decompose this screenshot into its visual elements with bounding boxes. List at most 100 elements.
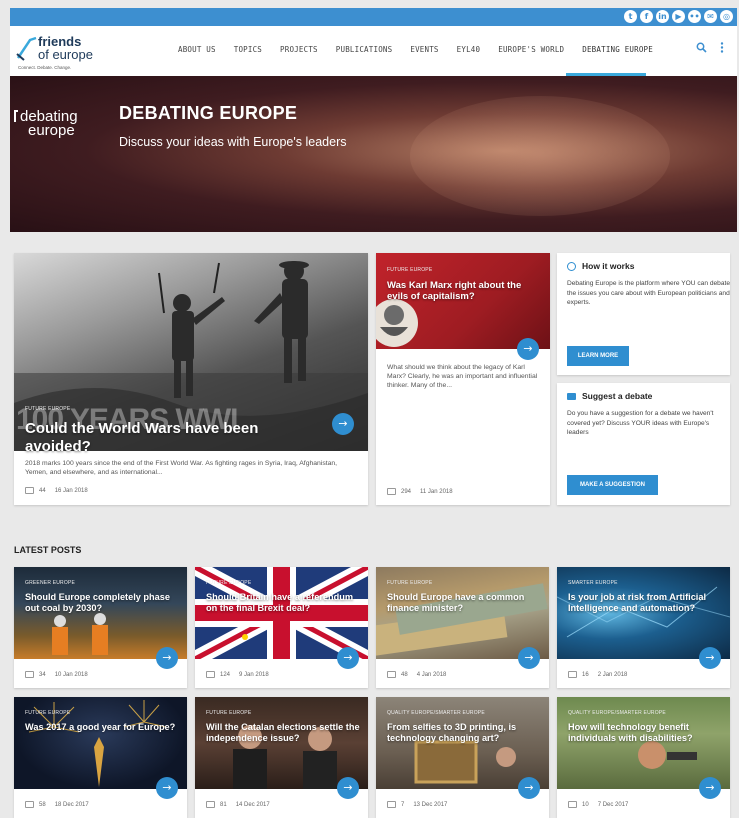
how-it-works-box: How it works Debating Europe is the plat…	[557, 253, 730, 375]
post-category: FUTURE EUROPE	[25, 406, 71, 412]
arrow-right-icon[interactable]: →	[517, 338, 539, 360]
de-logo-line2: europe	[28, 122, 75, 139]
comment-count: 81	[220, 801, 227, 808]
arrow-right-icon[interactable]: →	[337, 647, 359, 669]
post-title[interactable]: How will technology benefit individuals …	[568, 722, 723, 744]
post-card-marx[interactable]: FUTURE EUROPE Was Karl Marx right about …	[376, 253, 550, 505]
comment-icon	[25, 671, 34, 678]
more-menu-icon[interactable]	[720, 42, 724, 56]
flickr-icon[interactable]: ••	[688, 10, 701, 23]
featured-post-title[interactable]: Could the World Wars have been avoided?	[25, 420, 325, 456]
nav-europes-world[interactable]: EUROPE'S WORLD	[498, 45, 564, 54]
comment-count: 124	[220, 671, 231, 678]
arrow-right-icon[interactable]: →	[332, 413, 354, 435]
debating-europe-logo: debating europe	[14, 108, 78, 139]
post-card[interactable]: QUALITY EUROPE/SMARTER EUROPE How will t…	[557, 697, 730, 818]
hero-subtitle: Discuss your ideas with Europe's leaders	[119, 135, 347, 149]
twitter-icon[interactable]: t	[624, 10, 637, 23]
post-meta: 124 9 Jan 2018	[206, 671, 269, 678]
site-header: friends of europe Connect. Debate. Chang…	[10, 26, 737, 76]
comment-icon	[568, 671, 577, 678]
post-meta: 294 11 Jan 2018	[387, 488, 453, 495]
suggest-header: Suggest a debate	[567, 391, 652, 401]
nav-eyl40[interactable]: EYL40	[457, 45, 481, 54]
post-category: FUTURE EUROPE	[25, 710, 71, 716]
make-suggestion-button[interactable]: MAKE A SUGGESTION	[567, 475, 658, 495]
post-category: FUTURE EUROPE	[387, 267, 433, 273]
post-date: 9 Jan 2018	[239, 671, 269, 678]
post-date: 18 Dec 2017	[54, 801, 89, 808]
post-meta: 81 14 Dec 2017	[206, 801, 270, 808]
arrow-right-icon[interactable]: →	[156, 777, 178, 799]
search-icon[interactable]	[696, 42, 707, 56]
comment-icon	[568, 801, 577, 808]
youtube-icon[interactable]: ▶	[672, 10, 685, 23]
post-meta: 7 13 Dec 2017	[387, 801, 447, 808]
post-card[interactable]: FUTURE EUROPE Will the Catalan elections…	[195, 697, 368, 818]
friends-of-europe-logo[interactable]: friends of europe Connect. Debate. Chang…	[16, 32, 106, 72]
post-meta: 48 4 Jan 2018	[387, 671, 446, 678]
arrow-right-icon[interactable]: →	[699, 777, 721, 799]
featured-post-card[interactable]: 100 YEARS WWI FUTURE EUROPE Could the Wo…	[14, 253, 368, 505]
post-category: FUTURE EUROPE	[206, 710, 252, 716]
comment-icon	[387, 488, 396, 495]
linkedin-icon[interactable]: in	[656, 10, 669, 23]
nav-about-us[interactable]: ABOUT US	[178, 45, 216, 54]
arrow-right-icon[interactable]: →	[156, 647, 178, 669]
logo-line2: of europe	[38, 47, 93, 62]
info-icon	[567, 261, 576, 271]
nav-events[interactable]: EVENTS	[410, 45, 438, 54]
nav-debating-europe[interactable]: DEBATING EUROPE	[582, 45, 653, 54]
post-card[interactable]: FUTURE EUROPE Should Europe have a commo…	[376, 567, 549, 688]
post-title[interactable]: Should Britain have a referendum on the …	[206, 592, 361, 614]
nav-projects[interactable]: PROJECTS	[280, 45, 318, 54]
email-icon[interactable]: ✉	[704, 10, 717, 23]
post-card[interactable]: FUTURE EUROPE Was 2017 a good year for E…	[14, 697, 187, 818]
comment-count: 16	[582, 671, 589, 678]
comment-count: 44	[39, 487, 46, 494]
post-meta: 44 16 Jan 2018	[25, 487, 88, 494]
comment-count: 10	[582, 801, 589, 808]
comment-icon	[387, 801, 396, 808]
post-title[interactable]: Should Europe have a common finance mini…	[387, 592, 542, 614]
arrow-right-icon[interactable]: →	[337, 777, 359, 799]
post-title[interactable]: Should Europe completely phase out coal …	[25, 592, 180, 614]
post-card[interactable]: QUALITY EUROPE/SMARTER EUROPE From selfi…	[376, 697, 549, 818]
post-date: 2 Jan 2018	[597, 671, 628, 678]
post-card[interactable]: GREENER EUROPE Should Europe completely …	[14, 567, 187, 688]
post-title[interactable]: Was Karl Marx right about the evils of c…	[387, 280, 537, 303]
post-card[interactable]: SMARTER EUROPE Is your job at risk from …	[557, 567, 730, 688]
post-category: GREENER EUROPE	[25, 580, 76, 586]
instagram-icon[interactable]: ◎	[720, 10, 733, 23]
post-date: 7 Dec 2017	[597, 801, 629, 808]
comment-icon	[206, 671, 215, 678]
post-meta: 10 7 Dec 2017	[568, 801, 628, 808]
post-category: FUTURE EUROPE	[206, 580, 252, 586]
latest-posts-heading: LATEST POSTS	[14, 545, 82, 555]
comment-icon	[25, 801, 34, 808]
logo-bracket-icon	[14, 110, 18, 122]
chat-icon	[567, 392, 576, 400]
post-date: 11 Jan 2018	[420, 488, 453, 495]
post-date: 4 Jan 2018	[416, 671, 447, 678]
nav-publications[interactable]: PUBLICATIONS	[336, 45, 393, 54]
post-category: FUTURE EUROPE	[387, 580, 433, 586]
arrow-right-icon[interactable]: →	[699, 647, 721, 669]
post-title[interactable]: Will the Catalan elections settle the in…	[206, 722, 361, 744]
suggest-debate-box: Suggest a debate Do you have a suggestio…	[557, 383, 730, 505]
post-title[interactable]: From selfies to 3D printing, is technolo…	[387, 722, 542, 744]
social-bar: t f in ▶ •• ✉ ◎	[10, 8, 737, 26]
nav-topics[interactable]: TOPICS	[234, 45, 262, 54]
post-meta: 34 10 Jan 2018	[25, 671, 88, 678]
post-meta: 16 2 Jan 2018	[568, 671, 627, 678]
post-card[interactable]: FUTURE EUROPE Should Britain have a refe…	[195, 567, 368, 688]
facebook-icon[interactable]: f	[640, 10, 653, 23]
logo-tagline: Connect. Debate. Change.	[18, 65, 72, 70]
post-date: 16 Jan 2018	[54, 487, 88, 494]
post-title[interactable]: Was 2017 a good year for Europe?	[25, 722, 185, 733]
comment-count: 7	[401, 801, 405, 808]
arrow-right-icon[interactable]: →	[518, 647, 540, 669]
learn-more-button[interactable]: LEARN MORE	[567, 346, 629, 366]
post-title[interactable]: Is your job at risk from Artificial Inte…	[568, 592, 723, 614]
arrow-right-icon[interactable]: →	[518, 777, 540, 799]
